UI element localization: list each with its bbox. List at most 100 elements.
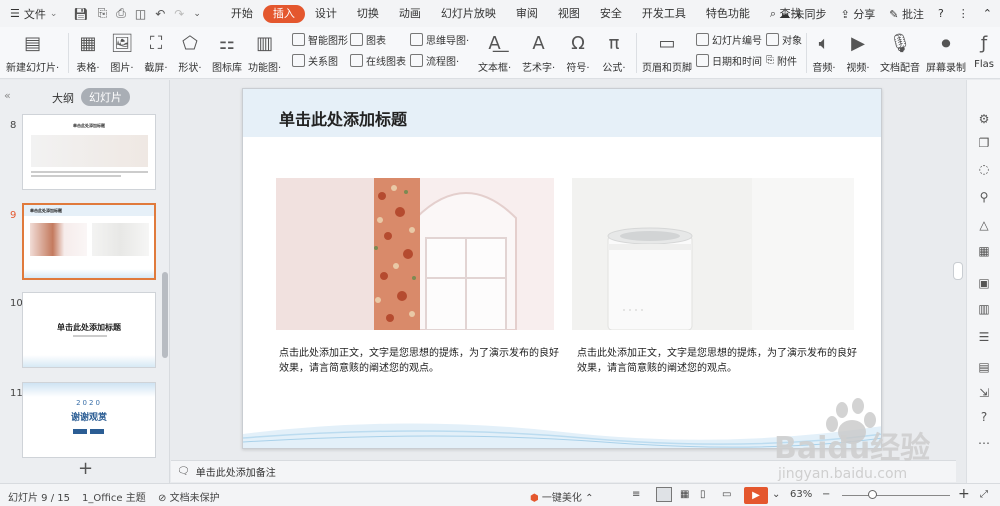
object-button[interactable]: 对象 [766,31,802,47]
zoom-slider-knob[interactable] [868,490,877,499]
new-slide-button[interactable]: ▤ 新建幻灯片· [6,27,59,79]
share-button[interactable]: ⇪ 分享 [841,6,876,22]
formula-button[interactable]: π 公式· [602,27,626,79]
zoom-in-icon[interactable]: + [958,486,970,502]
add-slide-button[interactable]: + [78,458,93,479]
reading-view-icon[interactable]: ▯ [700,489,706,500]
icon-library-button[interactable]: ⚏ 图标库 [212,27,242,79]
tab-transition[interactable]: 切换 [347,5,389,23]
symbol-button[interactable]: Ω 符号· [566,27,590,79]
tab-home[interactable]: 开始 [221,5,263,23]
preview-icon[interactable]: ◫ [135,7,146,21]
comment-button[interactable]: ✎ 批注 [889,6,924,22]
datetime-button[interactable]: 日期和时间 [696,52,762,68]
undo-icon[interactable]: ↶ [155,7,165,21]
location-icon[interactable]: ⚲ [977,190,991,204]
header-footer-button[interactable]: ▭ 页眉和页脚 [642,27,692,79]
notes-view-icon[interactable]: ▭ [722,489,731,500]
zoom-level[interactable]: 63% [790,489,812,500]
panel-scrollbar[interactable] [162,272,168,358]
chart-icon[interactable]: ▥ [977,302,991,316]
slide-thumbnail-11[interactable]: 2020 谢谢观赏 [22,382,156,458]
relation-chart-button[interactable]: 关系图 [292,52,338,68]
tab-features[interactable]: 特色功能 [696,5,760,23]
print-icon[interactable]: ⎙ [116,6,126,21]
navigate-icon[interactable]: △ [977,218,991,232]
flash-button[interactable]: ƒ Flas [972,27,996,79]
tab-view[interactable]: 视图 [548,5,590,23]
wordart-button[interactable]: A 艺术字· [522,27,555,79]
theme-name[interactable]: 1_Office 主题 [82,489,146,504]
smartart-button[interactable]: 智能图形 [292,31,348,47]
collapse-panel-icon[interactable]: « [4,89,11,102]
tab-slides[interactable]: 幻灯片 [81,88,130,106]
video-button[interactable]: ▶ 视频· [846,27,870,79]
tab-animation[interactable]: 动画 [389,5,431,23]
file-menu[interactable]: ☰ 文件 ⌄ [0,6,63,22]
voiceover-button[interactable]: 🎙︎ 文档配音 [880,27,920,79]
attachment-button[interactable]: ⎘ 附件 [766,52,797,68]
body-text-right[interactable]: 点击此处添加正文，文字是您思想的提炼，为了演示发布的良好效果，请言简意赅的阐述您… [577,346,857,376]
play-slideshow-button[interactable]: ▶ [744,487,768,504]
tab-security[interactable]: 安全 [590,5,632,23]
ribbon-toolbar: ▤ 新建幻灯片· ▦ 表格· 🖼︎ 图片· ⛶ 截屏· ⬠ 形状· ⚏ 图标库 … [0,27,1000,79]
air-purifier-photo[interactable] [572,178,854,330]
online-chart-button[interactable]: 在线图表 [350,52,406,68]
more-icon[interactable]: ⋮ [958,7,969,20]
textbox-button[interactable]: A͟ 文本框· [478,27,511,79]
shape-button[interactable]: ⬠ 形状· [178,27,202,79]
body-text-left[interactable]: 点击此处添加正文，文字是您思想的提炼，为了演示发布的良好效果，请言简意赅的阐述您… [279,346,559,376]
picture-button[interactable]: 🖼︎ 图片· [110,27,134,79]
fit-window-icon[interactable]: ⤢ [980,489,988,500]
slide-thumbnail-10[interactable]: 单击此处添加标题 [22,292,156,368]
protect-status[interactable]: ⊘ 文档未保护 [158,489,220,504]
settings-icon[interactable]: ☰ [977,330,991,344]
slide-number-button[interactable]: 幻灯片编号 [696,31,762,47]
textbox-label: 文本框· [478,63,512,74]
datetime-label: 日期和时间 [712,56,762,68]
export-icon[interactable]: ⎘ [98,6,108,21]
mindmap-button[interactable]: 思维导图· [410,31,469,47]
beautify-button[interactable]: ⬢ 一键美化 ⌃ [530,489,594,504]
redo-icon[interactable]: ↷ [174,7,184,21]
attachment-label: 附件 [777,56,797,68]
chevron-down-icon[interactable]: ⌄ [193,9,201,19]
canvas-scrollbar[interactable] [953,262,963,280]
slide-title[interactable]: 单击此处添加标题 [279,106,407,130]
collapse-ribbon-icon[interactable]: ⌃ [983,7,992,20]
screen-record-button[interactable]: ⏺ 屏幕录制 [926,27,966,79]
chart-button[interactable]: 图表 [350,31,386,47]
save-icon[interactable]: 💾︎ [73,7,88,21]
sorter-view-icon[interactable]: ▦ [680,489,689,500]
zoom-slider-track[interactable] [842,495,950,496]
table-button[interactable]: ▦ 表格· [76,27,100,79]
notes-toggle-icon[interactable]: ≡ [632,489,640,500]
flowchart-button[interactable]: 流程图· [410,52,459,68]
tab-insert[interactable]: 插入 [262,4,305,23]
comment-icon[interactable]: ◌ [977,162,991,176]
screenshot-button[interactable]: ⛶ 截屏· [144,27,168,79]
notes-icon: 🗨︎ [177,466,190,477]
table-icon[interactable]: ▦ [977,244,991,258]
help-icon[interactable]: ? [938,7,944,20]
design-icon[interactable]: ⚙ [977,112,991,126]
function-chart-button[interactable]: ▥ 功能图· [248,27,281,79]
curtain-photo[interactable] [276,178,554,330]
tab-design[interactable]: 设计 [305,5,347,23]
slide-thumbnail-9[interactable]: 单击此处添加标题 [22,203,156,280]
chevron-down-icon[interactable]: ⌄ [772,489,780,500]
table-label: 表格· [76,63,100,74]
current-slide[interactable]: 单击此处添加标题 点击此处添加正文，文字是您思想的提炼，为了演示发布的良好效果，… [242,88,882,449]
normal-view-icon[interactable] [656,487,672,502]
tab-slideshow[interactable]: 幻灯片放映 [431,5,506,23]
slide-thumbnail-8[interactable]: 单击此处添加标题 [22,114,156,190]
tab-outline[interactable]: 大纲 [52,90,74,106]
audio-button[interactable]: 🔈︎ 音频· [812,27,836,79]
sync-status[interactable]: ☁ 未同步 [779,6,827,22]
copy-style-icon[interactable]: ❐ [977,136,991,150]
tab-developer[interactable]: 开发工具 [632,5,696,23]
document-icon[interactable]: ▤ [977,360,991,374]
tab-review[interactable]: 审阅 [506,5,548,23]
image-icon[interactable]: ▣ [977,276,991,290]
zoom-out-icon[interactable]: − [822,489,830,500]
